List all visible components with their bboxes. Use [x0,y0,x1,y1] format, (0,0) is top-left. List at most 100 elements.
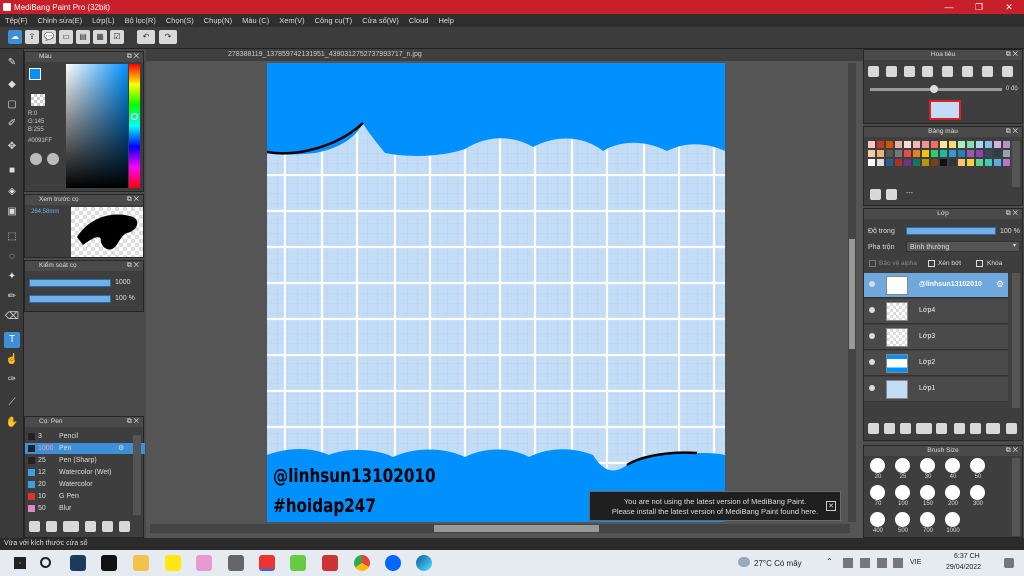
rotate-left-icon[interactable] [982,66,993,77]
add-brush-icon[interactable] [29,521,40,532]
brush-size-dot[interactable] [945,512,960,527]
fit-icon[interactable] [904,66,915,77]
layer-row[interactable]: Lớp3 [864,325,1008,350]
brush-item[interactable]: 12 Watercolor (Wet) [25,467,145,478]
palette-swatch[interactable] [1003,159,1010,166]
shape-icon[interactable]: ■ [4,163,20,179]
panel-popout-icon[interactable]: ⧉ ✕ [1006,50,1018,60]
canvas-v-scrollbar[interactable] [848,63,856,522]
menu-tools[interactable]: Công cụ(T) [310,16,358,25]
pen-icon[interactable]: ✐ [4,116,20,132]
gradient-icon[interactable]: ▣ [4,204,20,220]
panel-popout-icon[interactable]: ⧉ ✕ [1006,127,1018,137]
operation-icon[interactable]: ☝ [4,352,20,368]
clipping-checkbox[interactable] [928,260,935,267]
brush-size-value[interactable]: 1000 [115,279,131,286]
layer-merge-icon[interactable] [954,423,965,434]
speech-icon[interactable]: ▭ [59,30,73,44]
eye-icon[interactable] [869,385,875,391]
brush-size-dot[interactable] [870,512,885,527]
layer-row[interactable]: Lớp2 [864,351,1008,376]
brush-size-dot[interactable] [970,458,985,473]
brush-size-dot[interactable] [920,458,935,473]
brush-opacity-slider[interactable] [29,295,111,303]
brush-size-dot[interactable] [895,512,910,527]
eye-icon[interactable] [869,281,875,287]
redo-icon[interactable]: ↷ [159,30,177,44]
palette-swatch[interactable] [868,150,875,157]
tray-icon[interactable] [860,558,870,568]
palette-swatch[interactable] [931,141,938,148]
palette-swatch[interactable] [895,150,902,157]
palette-swatch[interactable] [922,141,929,148]
text-icon[interactable]: T [4,332,20,348]
divide-icon[interactable]: ⟋ [4,395,20,411]
new-brush-icon[interactable] [46,521,57,532]
layer-settings-icon[interactable]: ⚙ [996,279,1004,290]
media-icon[interactable] [322,555,338,571]
navigator-thumbnail[interactable] [929,100,961,120]
menu-layer[interactable]: Lớp(L) [87,16,119,25]
palette-swatch[interactable] [922,159,929,166]
layer-menu-icon[interactable] [916,423,932,434]
panel-popout-icon[interactable]: ⧉ ✕ [127,417,139,427]
layer-copy-icon[interactable] [970,423,981,434]
file-explorer-icon[interactable] [133,555,149,571]
palette-swatch[interactable] [940,141,947,148]
layer-scrollbar[interactable] [1012,273,1020,408]
menu-view[interactable]: Xem(V) [274,16,309,25]
palette-swatch[interactable] [913,159,920,166]
canvas-h-scrollbar[interactable] [150,524,850,533]
camera-icon[interactable] [228,555,244,571]
menu-edit[interactable]: Chỉnh sửa(E) [33,16,88,25]
protect-alpha-checkbox[interactable] [869,260,876,267]
palette-swatch[interactable] [1003,150,1010,157]
select-pen-icon[interactable]: ✏ [4,289,20,305]
language-indicator[interactable]: VIE [910,559,921,566]
palette-swatch[interactable] [949,141,956,148]
comment-icon[interactable]: 💬 [42,30,56,44]
brush-icon[interactable]: ✎ [4,55,20,71]
windows-start-icon[interactable] [14,557,26,569]
panel-popout-icon[interactable]: ⧉ ✕ [127,52,139,62]
tray-icon[interactable] [843,558,853,568]
palette-swatch[interactable] [895,159,902,166]
brush-opacity-value[interactable]: 100 % [115,295,135,302]
notice-line2[interactable]: Please install the latest version of Med… [590,507,840,517]
move-icon[interactable]: ✥ [4,139,20,155]
palette-swatch[interactable] [913,150,920,157]
palette-swatch[interactable] [958,150,965,157]
palette-swatch[interactable] [895,141,902,148]
color-swap-icon[interactable] [47,153,59,165]
kakao-icon[interactable] [165,555,181,571]
menu-snap[interactable]: Chụp(N) [199,16,237,25]
brush-list-scrollbar[interactable] [133,435,141,515]
palette-swatch[interactable] [994,150,1001,157]
palette-swatch[interactable] [904,150,911,157]
menu-select[interactable]: Chọn(S) [161,16,199,25]
palette-swatch[interactable] [985,159,992,166]
palette-swatch[interactable] [976,150,983,157]
document-tab[interactable]: 278388119_1378597421319​51_4390312752737… [146,49,863,61]
task-view-icon[interactable] [70,555,86,571]
zoom-minus-icon[interactable] [922,66,933,77]
app-green-icon[interactable] [290,555,306,571]
zalo-icon[interactable] [385,555,401,571]
layer-row[interactable]: @linhsun13102010 ⚙ [864,273,1008,298]
layer-folder-icon[interactable] [936,423,947,434]
medibang-taskbar-icon[interactable] [259,555,275,571]
palette-swatch[interactable] [967,159,974,166]
palette-swatch[interactable] [994,159,1001,166]
palette-swatch[interactable] [976,159,983,166]
palette-swatch[interactable] [931,159,938,166]
minimize-icon[interactable]: — [934,0,964,14]
zoom-out-icon[interactable] [886,66,897,77]
color-field[interactable] [66,64,128,188]
menu-help[interactable]: Help [433,16,458,25]
tray-chevron-icon[interactable]: ⌃ [826,557,833,566]
eye-icon[interactable] [869,307,875,313]
brush-size-dot[interactable] [895,458,910,473]
palette-swatch[interactable] [922,150,929,157]
palette-swatch[interactable] [877,150,884,157]
scroll-thumb[interactable] [434,525,599,532]
